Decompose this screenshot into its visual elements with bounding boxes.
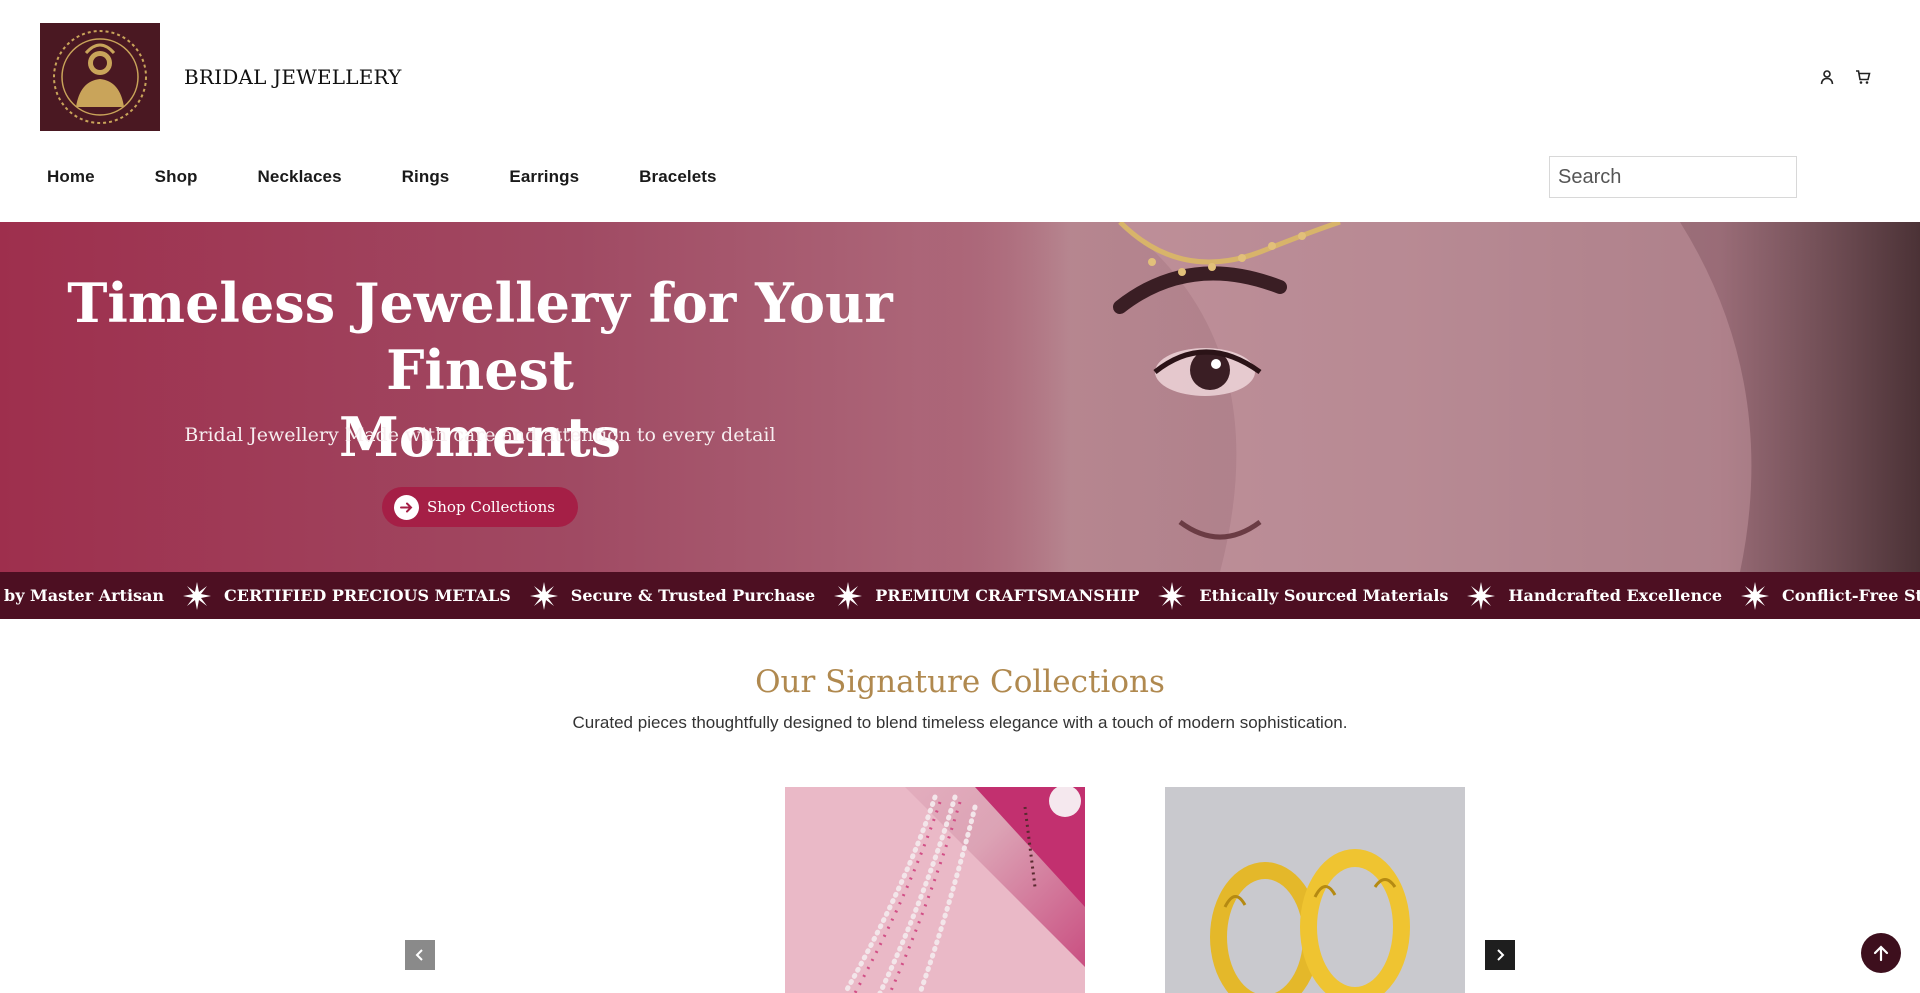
pearl-necklace-image [785, 787, 1085, 993]
brand-name[interactable]: BRIDAL JEWELLERY [184, 65, 402, 89]
gold-bangles-image [1165, 787, 1465, 993]
search-input[interactable] [1549, 156, 1797, 198]
chevron-right-icon [1497, 949, 1505, 961]
brand-logo[interactable] [40, 23, 160, 131]
shop-collections-label: Shop Collections [427, 498, 555, 516]
collection-card-bangles[interactable] [1165, 787, 1465, 993]
nav-shop[interactable]: Shop [144, 165, 209, 189]
nav-rings[interactable]: Rings [391, 165, 461, 189]
carousel-prev-button[interactable] [405, 940, 435, 970]
hero-subtitle: Bridal Jewellery Made with care and atte… [184, 424, 776, 446]
ticker-item: CERTIFIED PRECIOUS METALS [224, 586, 511, 605]
main-nav: Home Shop Necklaces Rings Earrings Brace… [36, 165, 766, 189]
carousel-next-button[interactable] [1485, 940, 1515, 970]
cart-icon[interactable] [1852, 66, 1874, 88]
arrow-right-icon [394, 494, 419, 520]
collections-subtitle: Curated pieces thoughtfully designed to … [572, 713, 1348, 732]
ticker-item: Handcrafted Excellence [1508, 586, 1723, 605]
hero-title-line1: Timeless Jewellery for Your Finest [67, 271, 893, 402]
hero-banner: Timeless Jewellery for Your Finest Momen… [0, 222, 1920, 572]
starburst-icon [1157, 581, 1187, 611]
shop-collections-button[interactable]: Shop Collections [382, 487, 578, 527]
nav-bracelets[interactable]: Bracelets [628, 165, 727, 189]
feature-ticker: by Master Artisan CERTIFIED PRECIOUS MET… [0, 572, 1920, 619]
scroll-to-top-button[interactable] [1861, 933, 1901, 973]
nav-necklaces[interactable]: Necklaces [247, 165, 353, 189]
ticker-item: Ethically Sourced Materials [1199, 586, 1449, 605]
starburst-icon [182, 581, 212, 611]
ticker-item: Conflict-Free Stones [1782, 586, 1920, 605]
ticker-item: by Master Artisan [4, 586, 165, 605]
ticker-item: Secure & Trusted Purchase [570, 586, 816, 605]
starburst-icon [1740, 581, 1770, 611]
nav-earrings[interactable]: Earrings [498, 165, 590, 189]
collection-card-necklace[interactable] [785, 787, 1085, 993]
chevron-left-icon [415, 949, 423, 961]
ticker-item: PREMIUM CRAFTSMANSHIP [875, 586, 1140, 605]
starburst-icon [833, 581, 863, 611]
starburst-icon [529, 581, 559, 611]
nav-home[interactable]: Home [36, 165, 106, 189]
starburst-icon [1466, 581, 1496, 611]
hero-photo [920, 222, 1920, 572]
site-header: BRIDAL JEWELLERY Home Shop Necklaces Rin… [0, 0, 1920, 222]
collections-title: Our Signature Collections [755, 664, 1165, 700]
user-icon[interactable] [1816, 66, 1838, 88]
arrow-up-icon [1873, 945, 1889, 962]
